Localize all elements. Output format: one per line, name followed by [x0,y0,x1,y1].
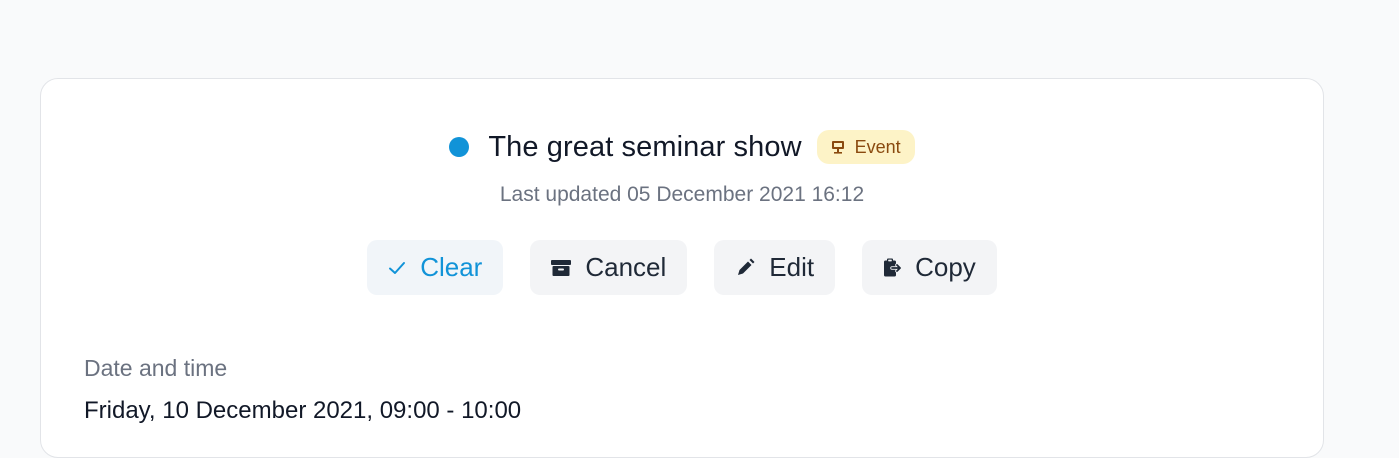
event-header: The great seminar show Event [41,127,1323,167]
pencil-icon [735,258,755,278]
cancel-button-label: Cancel [585,252,667,282]
date-time-value: Friday, 10 December 2021, 09:00 - 10:00 [84,397,522,424]
presentation-icon [831,140,845,154]
action-bar: Clear Cancel Edit Copy [41,240,1323,295]
copy-button-label: Copy [915,252,976,282]
badge-label: Event [854,136,901,157]
event-title: The great seminar show [488,130,802,163]
last-updated-text: Last updated 05 December 2021 16:12 [499,183,865,206]
edit-button-label: Edit [769,252,815,282]
date-time-label: Date and time [84,355,228,381]
clear-button-label: Clear [420,252,483,282]
check-icon [388,261,406,275]
archive-icon [551,259,572,277]
edit-button[interactable]: Edit [714,240,836,295]
clipboard-icon [883,258,902,278]
cancel-button[interactable]: Cancel [530,240,688,295]
event-type-badge: Event [816,130,915,164]
clear-button[interactable]: Clear [367,240,504,295]
copy-button[interactable]: Copy [862,240,997,295]
status-dot-icon [449,137,470,157]
event-card: The great seminar show Event Last update… [40,78,1324,458]
